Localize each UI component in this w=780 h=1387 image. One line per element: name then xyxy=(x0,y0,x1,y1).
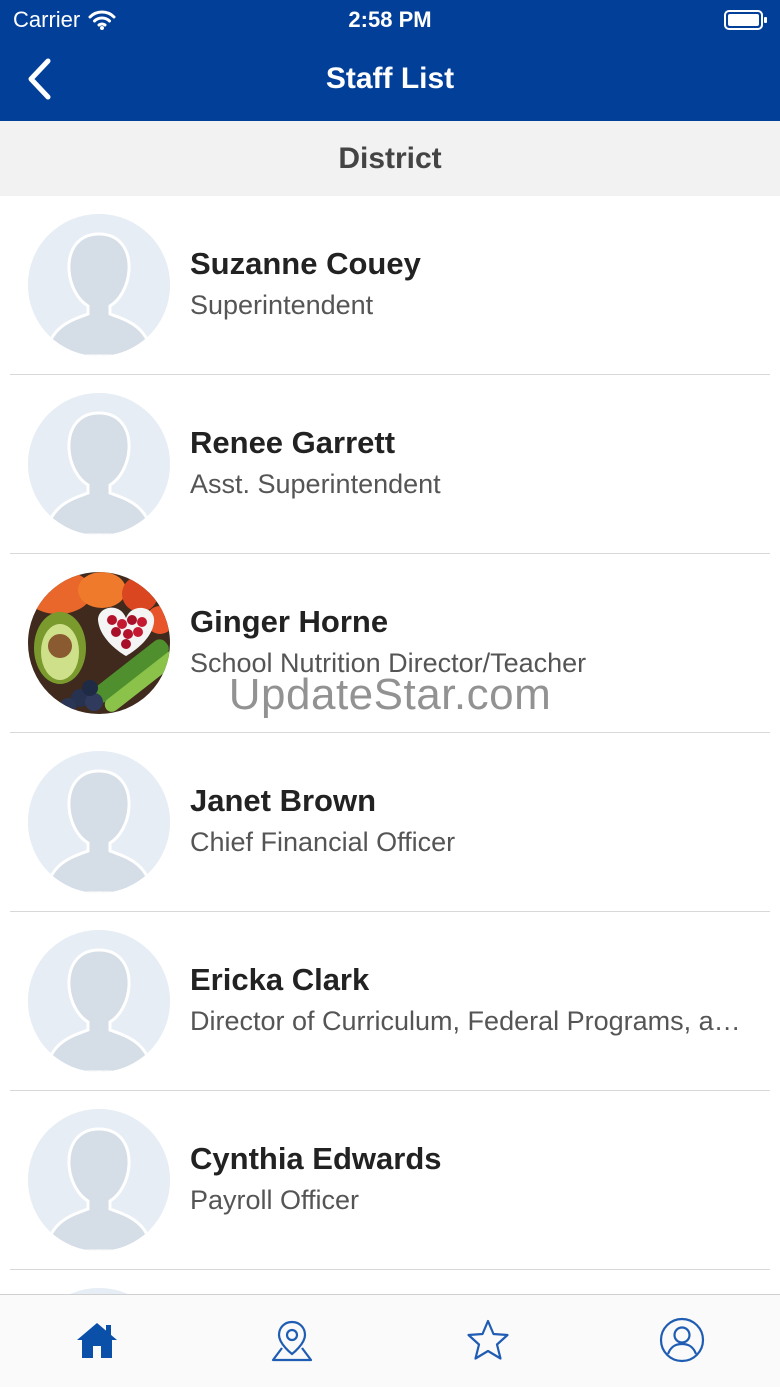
staff-role: Asst. Superintendent xyxy=(190,469,441,499)
staff-name: Janet Brown xyxy=(190,783,377,818)
staff-row-partial[interactable] xyxy=(0,1270,780,1294)
staff-row[interactable]: Janet Brown Chief Financial Officer xyxy=(0,733,780,912)
staff-role: Director of Curriculum, Federal Programs… xyxy=(190,1006,741,1036)
default-avatar-icon xyxy=(28,930,170,1072)
home-icon xyxy=(77,1323,117,1358)
default-avatar-icon xyxy=(28,214,170,356)
staff-list[interactable]: Suzanne Couey Superintendent Renee Garre… xyxy=(0,196,780,1294)
staff-row[interactable]: Renee Garrett Asst. Superintendent xyxy=(0,375,780,554)
default-avatar-icon xyxy=(28,393,170,535)
tab-profile[interactable] xyxy=(652,1315,712,1365)
staff-role: Superintendent xyxy=(190,290,374,320)
tab-map[interactable] xyxy=(262,1315,322,1365)
page-title: Staff List xyxy=(325,62,455,95)
status-bar: Carrier 2:58 PM xyxy=(0,0,780,40)
default-avatar-icon xyxy=(28,751,170,893)
staff-name: Ginger Horne xyxy=(190,604,389,639)
staff-role: School Nutrition Director/Teacher xyxy=(190,648,587,678)
staff-role: Payroll Officer xyxy=(190,1185,360,1215)
chevron-left-icon xyxy=(28,58,51,100)
staff-row[interactable]: Suzanne Couey Superintendent xyxy=(0,196,780,375)
battery-icon xyxy=(724,10,767,30)
staff-name: Suzanne Couey xyxy=(190,246,421,281)
section-title: District xyxy=(338,141,442,175)
tab-home[interactable] xyxy=(67,1315,127,1365)
staff-name: Ericka Clark xyxy=(190,962,370,997)
staff-row[interactable]: Cynthia Edwards Payroll Officer xyxy=(0,1091,780,1270)
navigation-bar: Staff List xyxy=(0,44,780,121)
map-pin-icon xyxy=(271,1320,313,1362)
back-button[interactable] xyxy=(14,54,64,104)
staff-name: Cynthia Edwards xyxy=(190,1141,442,1176)
app-header: Carrier 2:58 PM Staff List xyxy=(0,0,780,121)
staff-row[interactable]: Ericka Clark Director of Curriculum, Fed… xyxy=(0,912,780,1091)
star-icon xyxy=(467,1319,509,1360)
tab-favorites[interactable] xyxy=(458,1315,518,1365)
profile-icon xyxy=(659,1317,705,1363)
staff-name: Renee Garrett xyxy=(190,425,396,460)
tab-bar xyxy=(0,1294,780,1387)
staff-row[interactable]: Ginger Horne School Nutrition Director/T… xyxy=(0,554,780,733)
healthy-food-photo xyxy=(28,572,170,714)
staff-role: Chief Financial Officer xyxy=(190,827,456,857)
default-avatar-icon xyxy=(28,1109,170,1251)
section-header: District xyxy=(0,121,780,196)
status-time: 2:58 PM xyxy=(348,7,432,32)
